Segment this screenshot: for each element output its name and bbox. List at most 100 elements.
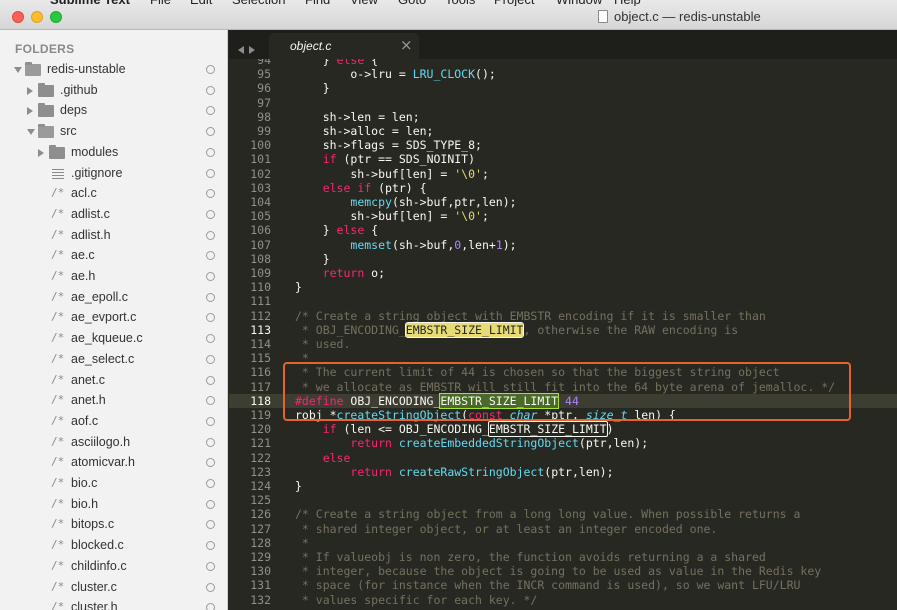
sidebar-item-gitignore[interactable]: .gitignore (0, 164, 227, 184)
folder-open-icon (25, 62, 41, 76)
sidebar-item-modules[interactable]: modules (0, 143, 227, 163)
menu-item-sublime-text[interactable]: Sublime Text (50, 0, 130, 6)
sidebar-item-label: ae_evport.c (71, 310, 137, 325)
tab-object-c[interactable]: object.c × (269, 33, 419, 59)
code-line[interactable]: 127 * shared integer object, or at least… (229, 522, 897, 536)
sidebar-item-ae-kqueue-c[interactable]: /* ae_kqueue.c (0, 329, 227, 349)
code-line[interactable]: 100 sh->flags = SDS_TYPE_8; (229, 138, 897, 152)
menu-item-goto[interactable]: Goto (398, 0, 426, 6)
sidebar-item-anet-h[interactable]: /* anet.h (0, 391, 227, 411)
code-line[interactable]: 128 * (229, 536, 897, 550)
sidebar-item-aof-c[interactable]: /* aof.c (0, 412, 227, 432)
code-line[interactable]: 113 * OBJ_ENCODING_EMBSTR_SIZE_LIMIT, ot… (229, 321, 897, 338)
code-line[interactable]: 95 o->lru = LRU_CLOCK(); (229, 67, 897, 81)
code-line[interactable]: 132 * values specific for each key. */ (229, 593, 897, 607)
sidebar-item-ae-h[interactable]: /* ae.h (0, 267, 227, 287)
code-line[interactable]: 96 } (229, 81, 897, 95)
sidebar-item-asciilogo-h[interactable]: /* asciilogo.h (0, 433, 227, 453)
code-line[interactable]: 131 * space (for instance when the INCR … (229, 578, 897, 592)
close-icon[interactable]: × (400, 36, 413, 54)
code-line[interactable]: 110} (229, 280, 897, 294)
disclosure-right-icon[interactable] (38, 148, 44, 157)
code-line[interactable]: 105 sh->buf[len] = '\0'; (229, 209, 897, 223)
code-line[interactable]: 101 if (ptr == SDS_NOINIT) (229, 152, 897, 166)
code-line[interactable]: 130 * integer, because the object is goi… (229, 564, 897, 578)
sidebar-item-ae-epoll-c[interactable]: /* ae_epoll.c (0, 288, 227, 308)
code-line[interactable]: 118 #define OBJ_ENCODING_EMBSTR_SIZE_LIMI… (229, 392, 897, 409)
arrow-left-icon[interactable] (238, 46, 244, 54)
sidebar-item-cluster-h[interactable]: /* cluster.h (0, 598, 227, 610)
sidebar-item-anet-c[interactable]: /* anet.c (0, 371, 227, 391)
menu-item-project[interactable]: Project (494, 0, 534, 6)
line-number: 126 (250, 507, 271, 522)
code-line[interactable]: 99 sh->alloc = len; (229, 124, 897, 138)
disclosure-right-icon[interactable] (27, 107, 33, 116)
sidebar-item-src[interactable]: src (0, 122, 227, 142)
menu-item-tools[interactable]: Tools (445, 0, 475, 6)
tab-nav-arrows[interactable] (238, 39, 260, 58)
sidebar-item-deps[interactable]: deps (0, 101, 227, 121)
close-window-button[interactable] (12, 11, 24, 23)
sidebar-item-acl-c[interactable]: /* acl.c (0, 184, 227, 204)
sidebar-item-adlist-h[interactable]: /* adlist.h (0, 226, 227, 246)
line-number: 94 (257, 59, 271, 67)
code-line[interactable]: 111 (229, 294, 897, 308)
menu-item-view[interactable]: View (350, 0, 378, 6)
code-line[interactable]: 123 return createRawStringObject(ptr,len… (229, 465, 897, 479)
sidebar-item-childinfo-c[interactable]: /* childinfo.c (0, 557, 227, 577)
code-line[interactable]: 122 else (229, 451, 897, 465)
sidebar-item-ae-c[interactable]: /* ae.c (0, 246, 227, 266)
sidebar-item-github[interactable]: .github (0, 81, 227, 101)
disclosure-right-icon[interactable] (27, 86, 33, 95)
menu-item-window[interactable]: Window (556, 0, 602, 6)
sidebar-item-label: src (60, 124, 77, 139)
arrow-right-icon[interactable] (249, 46, 255, 54)
code-line[interactable]: 114 * used. (229, 337, 897, 351)
code-line[interactable]: 124} (229, 479, 897, 493)
menu-item-selection[interactable]: Selection (232, 0, 285, 6)
minimize-window-button[interactable] (31, 11, 43, 23)
code-text: * used. (295, 337, 351, 351)
code-line[interactable]: 109 return o; (229, 266, 897, 280)
sidebar-item-bio-h[interactable]: /* bio.h (0, 495, 227, 515)
disclosure-down-icon[interactable] (14, 67, 22, 73)
code-line[interactable]: 116 * The current limit of 44 is chosen … (229, 365, 897, 379)
c-file-icon: /* (51, 372, 65, 386)
code-line[interactable]: 112 /* Create a string object with EMBSTR… (229, 309, 897, 323)
menu-item-file[interactable]: File (150, 0, 171, 6)
code-editor[interactable]: 94 } else {95 o->lru = LRU_CLOCK(); 96 } 9… (229, 59, 897, 610)
code-line[interactable]: 119 robj *createStringObject(const char *… (229, 408, 897, 422)
code-line[interactable]: 126 /* Create a string object from a long… (229, 507, 897, 521)
line-number: 110 (250, 280, 271, 295)
code-line[interactable]: 120 if (len <= OBJ_ENCODING_EMBSTR_SIZE_… (229, 421, 897, 438)
code-line[interactable]: 108 } (229, 252, 897, 266)
menu-item-find[interactable]: Find (305, 0, 330, 6)
code-line[interactable]: 117 * we allocate as EMBSTR will still f… (229, 380, 897, 394)
sidebar-item-cluster-c[interactable]: /* cluster.c (0, 578, 227, 598)
code-line[interactable]: 106 } else { (229, 223, 897, 237)
code-line[interactable]: 94 } else { (229, 59, 897, 67)
zoom-window-button[interactable] (50, 11, 62, 23)
sidebar-item-redis-unstable[interactable]: redis-unstable (0, 60, 227, 80)
menu-item-edit[interactable]: Edit (190, 0, 212, 6)
code-line[interactable]: 107 memset(sh->buf,0,len+1); (229, 238, 897, 252)
code-line[interactable]: 103 else if (ptr) { (229, 181, 897, 195)
code-line[interactable]: 98 sh->len = len; (229, 110, 897, 124)
sidebar-item-bitops-c[interactable]: /* bitops.c (0, 515, 227, 535)
code-line[interactable]: 102 sh->buf[len] = '\0'; (229, 167, 897, 181)
line-number: 97 (257, 95, 271, 110)
code-line[interactable]: 115 * (229, 351, 897, 365)
sidebar-item-adlist-c[interactable]: /* adlist.c (0, 205, 227, 225)
sidebar-item-bio-c[interactable]: /* bio.c (0, 474, 227, 494)
code-line[interactable]: 129 * If valueobj is non zero, the funct… (229, 550, 897, 564)
sidebar-item-blocked-c[interactable]: /* blocked.c (0, 536, 227, 556)
disclosure-down-icon[interactable] (27, 129, 35, 136)
code-line[interactable]: 121 return createEmbeddedStringObject(pt… (229, 436, 897, 450)
sidebar-item-atomicvar-h[interactable]: /* atomicvar.h (0, 453, 227, 473)
code-line[interactable]: 97 (229, 96, 897, 110)
sidebar-item-ae-evport-c[interactable]: /* ae_evport.c (0, 308, 227, 328)
menu-item-help[interactable]: Help (614, 0, 641, 6)
code-line[interactable]: 104 memcpy(sh->buf,ptr,len); (229, 195, 897, 209)
sidebar-item-ae-select-c[interactable]: /* ae_select.c (0, 350, 227, 370)
code-line[interactable]: 125 (229, 493, 897, 507)
